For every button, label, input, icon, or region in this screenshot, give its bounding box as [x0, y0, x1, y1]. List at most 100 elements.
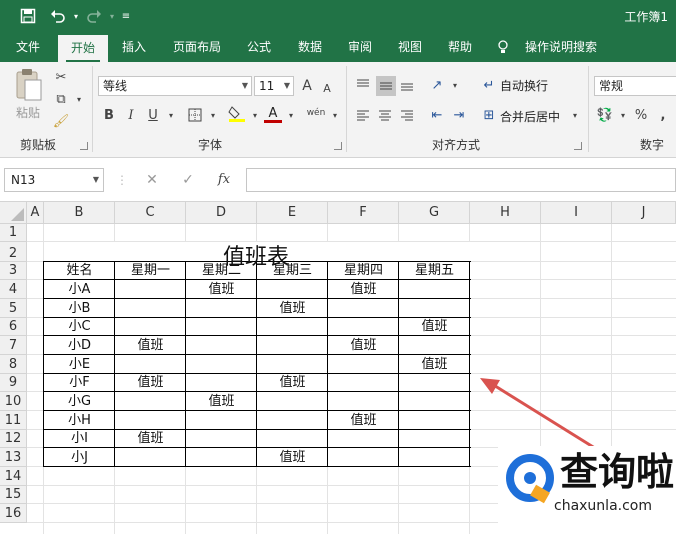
row-header-15[interactable]: 15: [0, 486, 27, 504]
row-header-2[interactable]: 2: [0, 242, 27, 262]
row-header-6[interactable]: 6: [0, 318, 27, 336]
comma-style-icon[interactable]: ,: [654, 106, 672, 124]
duty-cell[interactable]: [328, 374, 399, 392]
duty-cell[interactable]: 值班: [115, 374, 186, 392]
column-header-h[interactable]: H: [470, 202, 541, 224]
align-right-icon[interactable]: [398, 106, 416, 124]
duty-cell[interactable]: [328, 355, 399, 374]
orientation-dropdown-icon[interactable]: ▾: [446, 76, 464, 94]
name-cell[interactable]: 小A: [44, 280, 115, 299]
format-painter-icon[interactable]: 🖌: [52, 112, 70, 130]
number-format-select[interactable]: 常规: [594, 76, 676, 96]
duty-cell[interactable]: [399, 448, 470, 467]
column-header-g[interactable]: G: [399, 202, 470, 224]
duty-cell[interactable]: [328, 430, 399, 448]
borders-dropdown-icon[interactable]: ▾: [204, 106, 222, 124]
name-cell[interactable]: 小B: [44, 299, 115, 318]
borders-icon[interactable]: [186, 106, 204, 124]
italic-button[interactable]: I: [122, 106, 140, 124]
duty-cell[interactable]: [115, 318, 186, 336]
row-header-9[interactable]: 9: [0, 374, 27, 392]
column-header-b[interactable]: B: [44, 202, 115, 224]
merge-center-icon[interactable]: ⊞: [480, 106, 498, 124]
fill-color-icon[interactable]: [228, 104, 246, 122]
insert-function-icon[interactable]: fx: [214, 170, 234, 190]
duty-cell[interactable]: [115, 299, 186, 318]
row-header-7[interactable]: 7: [0, 336, 27, 355]
duty-cell[interactable]: [257, 280, 328, 299]
font-color-dropdown-icon[interactable]: ▾: [282, 106, 300, 124]
alignment-launcher-icon[interactable]: [574, 142, 582, 150]
formula-input[interactable]: [246, 168, 676, 192]
tab-help[interactable]: 帮助: [438, 32, 482, 62]
duty-cell[interactable]: 值班: [115, 430, 186, 448]
row-header-10[interactable]: 10: [0, 392, 27, 411]
name-cell[interactable]: 小F: [44, 374, 115, 392]
row-header-13[interactable]: 13: [0, 448, 27, 467]
duty-cell[interactable]: 值班: [257, 374, 328, 392]
duty-cell[interactable]: [115, 392, 186, 411]
align-top-icon[interactable]: [354, 76, 372, 94]
column-header-a[interactable]: A: [27, 202, 44, 224]
duty-cell[interactable]: [115, 355, 186, 374]
align-center-icon[interactable]: [376, 106, 394, 124]
undo-icon[interactable]: [48, 6, 68, 26]
duty-cell[interactable]: [328, 392, 399, 411]
name-cell[interactable]: 小E: [44, 355, 115, 374]
duty-cell[interactable]: 值班: [115, 336, 186, 355]
shrink-font-icon[interactable]: A: [318, 79, 336, 97]
font-size-select[interactable]: 11 ▼: [254, 76, 294, 96]
column-header-d[interactable]: D: [186, 202, 257, 224]
phonetic-guide-icon[interactable]: wén: [304, 104, 328, 122]
column-header-f[interactable]: F: [328, 202, 399, 224]
duty-cell[interactable]: 值班: [186, 280, 257, 299]
duty-cell[interactable]: [328, 299, 399, 318]
duty-cell[interactable]: [115, 280, 186, 299]
cancel-icon[interactable]: ✕: [142, 170, 162, 190]
percent-style-button[interactable]: %: [632, 106, 650, 124]
row-header-12[interactable]: 12: [0, 430, 27, 448]
redo-icon[interactable]: [84, 6, 104, 26]
duty-cell[interactable]: [186, 374, 257, 392]
paste-button[interactable]: 粘贴: [12, 68, 46, 124]
duty-cell[interactable]: [399, 336, 470, 355]
tab-file[interactable]: 文件: [6, 32, 50, 62]
tab-review[interactable]: 审阅: [338, 32, 382, 62]
duty-cell[interactable]: 值班: [399, 318, 470, 336]
duty-cell[interactable]: 值班: [257, 448, 328, 467]
name-cell[interactable]: 小I: [44, 430, 115, 448]
grow-font-icon[interactable]: A: [298, 77, 316, 95]
name-box[interactable]: N13 ▼: [4, 168, 104, 192]
duty-cell[interactable]: 值班: [399, 355, 470, 374]
accounting-dropdown-icon[interactable]: ▾: [614, 106, 632, 124]
align-middle-icon[interactable]: [376, 76, 396, 96]
row-header-8[interactable]: 8: [0, 355, 27, 374]
tab-data[interactable]: 数据: [288, 32, 332, 62]
merge-dropdown-icon[interactable]: ▾: [566, 106, 584, 124]
duty-cell[interactable]: [115, 411, 186, 430]
merge-center-button[interactable]: 合并后居中: [500, 108, 560, 125]
accounting-format-icon[interactable]: 💱: [596, 106, 614, 124]
font-name-select[interactable]: 等线 ▼: [98, 76, 252, 96]
duty-cell[interactable]: [115, 448, 186, 467]
duty-cell[interactable]: 值班: [257, 299, 328, 318]
sheet-title[interactable]: 值班表: [43, 244, 469, 272]
duty-cell[interactable]: [257, 392, 328, 411]
row-header-16[interactable]: 16: [0, 504, 27, 523]
duty-cell[interactable]: [328, 448, 399, 467]
orientation-icon[interactable]: ↗: [428, 76, 446, 94]
duty-cell[interactable]: [399, 392, 470, 411]
duty-cell[interactable]: [257, 336, 328, 355]
duty-cell[interactable]: [186, 411, 257, 430]
duty-cell[interactable]: [328, 318, 399, 336]
duty-cell[interactable]: 值班: [328, 336, 399, 355]
name-cell[interactable]: 小J: [44, 448, 115, 467]
column-header-i[interactable]: I: [541, 202, 612, 224]
font-launcher-icon[interactable]: [334, 142, 342, 150]
name-cell[interactable]: 小G: [44, 392, 115, 411]
tell-me-search[interactable]: 操作说明搜索: [518, 32, 604, 62]
row-header-1[interactable]: 1: [0, 224, 27, 242]
enter-icon[interactable]: ✓: [178, 170, 198, 190]
customize-toolbar-icon[interactable]: ≡: [116, 6, 136, 26]
duty-cell[interactable]: [257, 318, 328, 336]
